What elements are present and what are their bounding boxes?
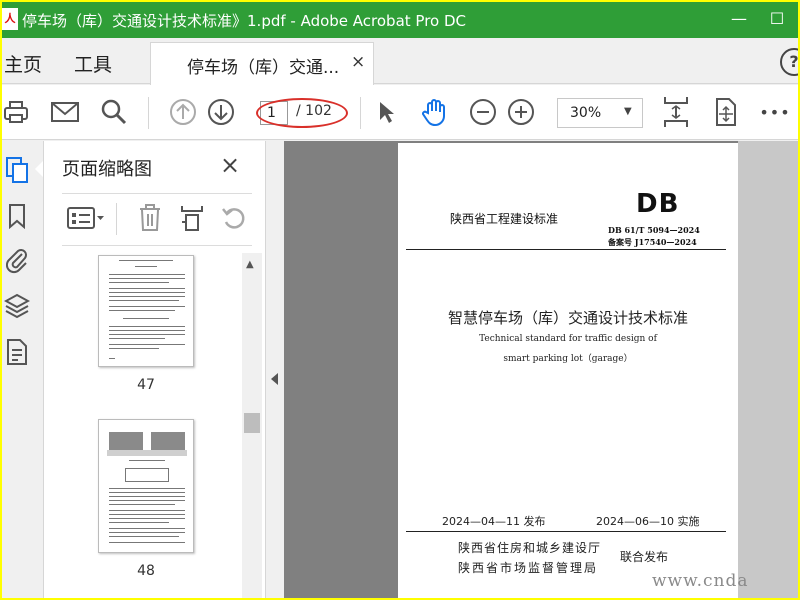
help-icon[interactable]: ? bbox=[780, 48, 798, 76]
page-thumbnails-panel: 页面缩略图 × 47 48 ▲ bbox=[44, 141, 266, 598]
active-indicator bbox=[35, 161, 43, 177]
panel-divider bbox=[62, 245, 252, 246]
acrobat-window: 人 停车场（库）交通设计技术标准》1.pdf - Adobe Acrobat P… bbox=[2, 2, 798, 598]
layers-icon[interactable] bbox=[4, 291, 30, 321]
panel-divider bbox=[62, 193, 252, 194]
bookmarks-icon[interactable] bbox=[4, 201, 30, 231]
previous-page-icon[interactable] bbox=[168, 97, 198, 127]
release-date: 2024—04—11 发布 bbox=[442, 515, 546, 528]
panel-toolbar-divider bbox=[116, 203, 117, 235]
attachments-icon[interactable] bbox=[4, 245, 30, 275]
main-toolbar: 1 / 102 30% ▼ ••• bbox=[2, 85, 798, 140]
annotation-ellipse bbox=[256, 98, 348, 128]
site-watermark: www.cnda bbox=[652, 571, 749, 591]
acrobat-app-icon: 人 bbox=[2, 8, 18, 30]
thumbnail-list: 47 48 bbox=[44, 253, 244, 598]
extract-page-icon[interactable] bbox=[178, 203, 206, 233]
page-thumbnails-icon[interactable] bbox=[4, 155, 30, 185]
page-thumbnail-48[interactable] bbox=[98, 419, 194, 553]
search-icon[interactable] bbox=[100, 97, 128, 127]
title-bar: 人 停车场（库）交通设计技术标准》1.pdf - Adobe Acrobat P… bbox=[2, 2, 798, 38]
tab-document[interactable]: 停车场（库）交通... × bbox=[150, 42, 374, 85]
select-cursor-icon[interactable] bbox=[374, 97, 398, 127]
close-panel-icon[interactable]: × bbox=[220, 151, 240, 179]
implement-date: 2024—06—10 实施 bbox=[596, 515, 700, 528]
thumbnail-scrollbar[interactable]: ▲ bbox=[242, 253, 262, 598]
rotate-page-icon[interactable] bbox=[220, 203, 248, 233]
standard-number: DB 61/T 5094—2024 bbox=[608, 225, 700, 235]
standard-title-cn: 智慧停车场（库）交通设计技术标准 bbox=[447, 309, 688, 327]
page-thumbnail-label: 47 bbox=[137, 377, 155, 393]
toolbar-divider bbox=[360, 97, 361, 129]
rotate-view-icon[interactable] bbox=[710, 97, 740, 127]
page-thumbnail-47[interactable] bbox=[98, 255, 194, 367]
issuer-1: 陕西省住房和城乡建设厅 bbox=[458, 541, 602, 555]
window-title: 停车场（库）交通设计技术标准》1.pdf - Adobe Acrobat Pro… bbox=[22, 12, 467, 30]
close-tab-icon[interactable]: × bbox=[351, 52, 365, 72]
navigation-rail bbox=[2, 141, 44, 598]
db-logo: DB bbox=[636, 189, 680, 219]
document-tab-label: 停车场（库）交通... bbox=[187, 58, 340, 78]
zoom-select[interactable]: 30% ▼ bbox=[557, 98, 643, 128]
chevron-down-icon: ▼ bbox=[624, 106, 632, 117]
zoom-out-icon[interactable] bbox=[468, 97, 498, 127]
minimize-button[interactable]: — bbox=[724, 6, 754, 32]
more-tools-icon[interactable]: ••• bbox=[759, 97, 790, 127]
panel-title: 页面缩略图 bbox=[62, 159, 152, 180]
maximize-button[interactable]: ☐ bbox=[762, 6, 792, 32]
page-thumbnail-label: 48 bbox=[137, 563, 155, 579]
fit-page-icon[interactable] bbox=[662, 97, 690, 127]
standard-title-en-line1: Technical standard for traffic design of bbox=[479, 334, 657, 344]
delete-page-icon[interactable] bbox=[136, 203, 164, 233]
email-icon[interactable] bbox=[50, 97, 80, 127]
standard-title-en-line2: smart parking lot（garage） bbox=[503, 354, 633, 364]
collapse-arrow-icon bbox=[271, 373, 278, 385]
zoom-value: 30% bbox=[570, 105, 602, 121]
scrollbar-thumb[interactable] bbox=[244, 413, 260, 433]
tab-home[interactable]: 主页 bbox=[4, 50, 42, 77]
document-view[interactable]: 陕西省工程建设标准 DB DB 61/T 5094—2024 备案号 J1754… bbox=[284, 141, 798, 598]
record-number: 备案号 J17540—2024 bbox=[608, 237, 697, 247]
next-page-icon[interactable] bbox=[206, 97, 236, 127]
toolbar-divider bbox=[148, 97, 149, 129]
thumbnail-options-icon[interactable] bbox=[66, 203, 106, 233]
panel-collapse-handle[interactable] bbox=[266, 141, 284, 598]
footer-rule bbox=[406, 531, 726, 532]
header-rule bbox=[406, 249, 726, 250]
document-margin bbox=[738, 141, 798, 598]
document-content-icon[interactable] bbox=[4, 337, 30, 367]
hand-tool-icon[interactable] bbox=[418, 97, 450, 127]
scroll-up-icon[interactable]: ▲ bbox=[246, 259, 254, 270]
tab-bar: 主页 工具 停车场（库）交通... × ? bbox=[2, 38, 798, 85]
print-icon[interactable] bbox=[4, 97, 30, 127]
zoom-in-icon[interactable] bbox=[506, 97, 536, 127]
issuer-2: 陕西省市场监督管理局 bbox=[458, 561, 599, 575]
pdf-page: 陕西省工程建设标准 DB DB 61/T 5094—2024 备案号 J1754… bbox=[398, 143, 738, 598]
tab-tools[interactable]: 工具 bbox=[74, 50, 112, 77]
joint-release-label: 联合发布 bbox=[620, 550, 669, 564]
province-standard-label: 陕西省工程建设标准 bbox=[450, 212, 559, 226]
